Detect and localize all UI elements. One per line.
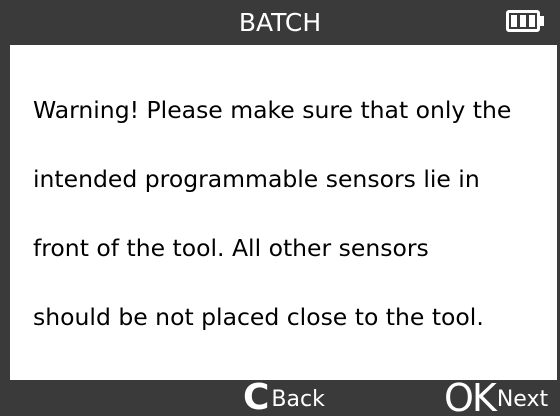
warning-message: Warning! Please make sure that only the … bbox=[33, 58, 557, 369]
c-key-icon: C bbox=[243, 377, 270, 416]
title-bar: BATCH bbox=[0, 0, 560, 45]
ok-key-icon: OK bbox=[444, 376, 497, 416]
warning-line: Warning! Please make sure that only the bbox=[33, 95, 512, 124]
screen-title: BATCH bbox=[238, 8, 322, 37]
warning-line: should be not placed close to the tool. bbox=[33, 302, 484, 331]
battery-level-bar bbox=[520, 15, 526, 27]
next-button[interactable]: OK Next bbox=[444, 376, 549, 416]
back-label: Back bbox=[271, 387, 325, 412]
battery-level-bar bbox=[529, 15, 535, 27]
next-label: Next bbox=[496, 387, 549, 412]
battery-tip bbox=[540, 16, 544, 26]
battery-level-bar bbox=[511, 15, 517, 27]
warning-line: intended programmable sensors lie in bbox=[33, 164, 480, 193]
battery-full-icon bbox=[506, 10, 540, 32]
back-button[interactable]: C Back bbox=[243, 380, 325, 416]
warning-line: front of the tool. All other sensors bbox=[33, 233, 429, 262]
